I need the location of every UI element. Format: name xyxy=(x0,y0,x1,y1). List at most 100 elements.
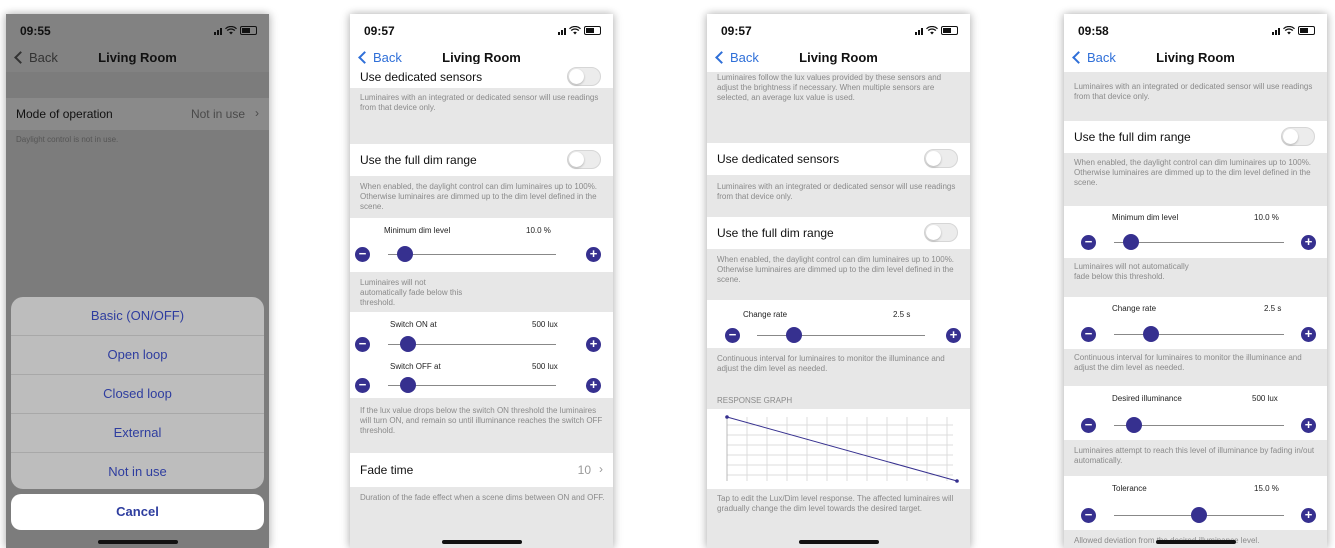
option-open-loop[interactable]: Open loop xyxy=(11,336,264,375)
change-rate-track xyxy=(1114,334,1284,335)
switch-off-slider[interactable] xyxy=(400,377,417,393)
illuminance-label: Desired illuminance xyxy=(1112,394,1182,403)
cellular-signal-icon xyxy=(1272,27,1280,35)
status-time: 09:57 xyxy=(364,24,395,38)
minus-icon[interactable]: − xyxy=(1081,508,1096,523)
settings-list: Luminaires follow the lux values provide… xyxy=(707,72,970,548)
minus-icon[interactable]: − xyxy=(1081,327,1096,342)
status-time: 09:57 xyxy=(721,24,752,38)
full-dim-label: Use the full dim range xyxy=(1074,130,1191,144)
phone-screen-closed-loop: 09:58 Back Living Room Luminaires with a… xyxy=(1064,14,1327,548)
sensors-row: Use dedicated sensors xyxy=(707,143,970,175)
plus-icon[interactable]: + xyxy=(586,247,601,262)
minus-icon[interactable]: − xyxy=(725,328,740,343)
minus-icon[interactable]: − xyxy=(355,247,370,262)
battery-icon xyxy=(240,26,257,35)
page-title: Living Room xyxy=(98,50,177,65)
full-dim-toggle[interactable] xyxy=(1281,127,1315,146)
chevron-right-icon: › xyxy=(599,462,603,476)
battery-icon xyxy=(584,26,601,35)
cancel-button[interactable]: Cancel xyxy=(11,494,264,530)
status-bar: 09:58 xyxy=(1064,14,1327,44)
plus-icon[interactable]: + xyxy=(1301,327,1316,342)
sensors-desc: Luminaires with an integrated or dedicat… xyxy=(1074,82,1313,101)
min-dim-slider[interactable] xyxy=(396,246,413,262)
page-title: Living Room xyxy=(799,50,878,65)
option-not-in-use[interactable]: Not in use xyxy=(11,453,264,489)
status-time: 09:55 xyxy=(20,24,51,38)
switch-on-value: 500 lux xyxy=(532,320,558,329)
fade-time-row[interactable]: Fade time 10 › xyxy=(350,453,613,487)
phone-screen-mode-picker: 09:55 Back Living Room Mode of operation… xyxy=(6,14,269,548)
wifi-icon xyxy=(1283,26,1295,35)
wifi-icon xyxy=(225,26,237,35)
change-rate-slider[interactable] xyxy=(785,327,802,343)
sensors-toggle[interactable] xyxy=(924,149,958,168)
switch-on-slider[interactable] xyxy=(400,336,417,352)
switch-desc: If the lux value drops below the switch … xyxy=(360,406,603,435)
navigation-bar: Back Living Room xyxy=(6,44,269,72)
change-rate-desc: Continuous interval for luminaires to mo… xyxy=(1074,353,1302,372)
navigation-bar: Back Living Room xyxy=(1064,44,1327,72)
home-indicator xyxy=(798,540,879,544)
change-rate-value: 2.5 s xyxy=(893,310,911,319)
sensors-row: Use dedicated sensors xyxy=(350,64,613,88)
min-dim-slider-group: Minimum dim level 10.0 % − + xyxy=(350,218,613,272)
plus-icon[interactable]: + xyxy=(586,378,601,393)
full-dim-row: Use the full dim range xyxy=(707,217,970,249)
full-dim-toggle[interactable] xyxy=(567,150,601,169)
cellular-signal-icon xyxy=(558,27,566,35)
plus-icon[interactable]: + xyxy=(1301,508,1316,523)
switch-on-label: Switch ON at xyxy=(390,320,437,329)
plus-icon[interactable]: + xyxy=(1301,418,1316,433)
illuminance-slider-group: Desired illuminance 500 lux − + xyxy=(1064,386,1327,440)
full-dim-toggle[interactable] xyxy=(924,223,958,242)
change-rate-label: Change rate xyxy=(1112,304,1157,313)
settings-list: Luminaires with an integrated or dedicat… xyxy=(1064,72,1327,548)
minus-icon[interactable]: − xyxy=(355,378,370,393)
min-dim-slider[interactable] xyxy=(1123,234,1139,250)
switch-slider-group: Switch ON at 500 lux − + Switch OFF at 5… xyxy=(350,312,613,398)
change-rate-desc: Continuous interval for luminaires to mo… xyxy=(717,354,945,373)
response-graph[interactable] xyxy=(707,409,970,489)
change-rate-track xyxy=(757,335,925,336)
illuminance-desc: Luminaires attempt to reach this level o… xyxy=(1074,446,1315,465)
min-dim-label: Minimum dim level xyxy=(1112,213,1179,222)
option-closed-loop[interactable]: Closed loop xyxy=(11,375,264,414)
minus-icon[interactable]: − xyxy=(355,337,370,352)
home-indicator xyxy=(97,540,178,544)
change-rate-slider-group: Change rate 2.5 s − + xyxy=(1064,297,1327,349)
sensors-toggle[interactable] xyxy=(567,67,601,86)
wifi-icon xyxy=(926,26,938,35)
minus-icon[interactable]: − xyxy=(1081,235,1096,250)
daylight-note: Daylight control is not in use. xyxy=(16,135,119,144)
wifi-icon xyxy=(569,26,581,35)
option-external[interactable]: External xyxy=(11,414,264,453)
home-indicator xyxy=(441,540,522,544)
tolerance-label: Tolerance xyxy=(1112,484,1147,493)
sensors-label: Use dedicated sensors xyxy=(360,70,483,84)
full-dim-label: Use the full dim range xyxy=(360,153,477,167)
fade-time-desc: Duration of the fade effect when a scene… xyxy=(360,493,605,502)
illuminance-slider[interactable] xyxy=(1126,417,1143,433)
sensor-follow-desc: Luminaires follow the lux values provide… xyxy=(717,73,942,102)
cellular-signal-icon xyxy=(214,27,222,35)
sensors-label: Use dedicated sensors xyxy=(717,152,840,166)
plus-icon[interactable]: + xyxy=(1301,235,1316,250)
change-rate-slider[interactable] xyxy=(1143,326,1160,342)
sensors-desc: Luminaires with an integrated or dedicat… xyxy=(717,182,956,201)
full-dim-desc: When enabled, the daylight control can d… xyxy=(717,255,955,284)
plus-icon[interactable]: + xyxy=(586,337,601,352)
min-dim-desc: Luminaires will not automatically fade b… xyxy=(360,278,463,307)
mode-value: Not in use xyxy=(190,107,245,121)
minus-icon[interactable]: − xyxy=(1081,418,1096,433)
full-dim-row: Use the full dim range xyxy=(1064,121,1327,153)
phone-screen-open-loop: 09:57 Back Living Room Luminaires follow… xyxy=(707,14,970,548)
tolerance-slider[interactable] xyxy=(1191,507,1207,523)
status-time: 09:58 xyxy=(1078,24,1109,38)
plus-icon[interactable]: + xyxy=(946,328,961,343)
option-basic[interactable]: Basic (ON/OFF) xyxy=(11,297,264,336)
status-bar: 09:55 xyxy=(6,14,269,44)
mode-row[interactable]: Mode of operation Not in use › xyxy=(6,98,269,130)
fade-time-value: 10 xyxy=(577,463,591,477)
